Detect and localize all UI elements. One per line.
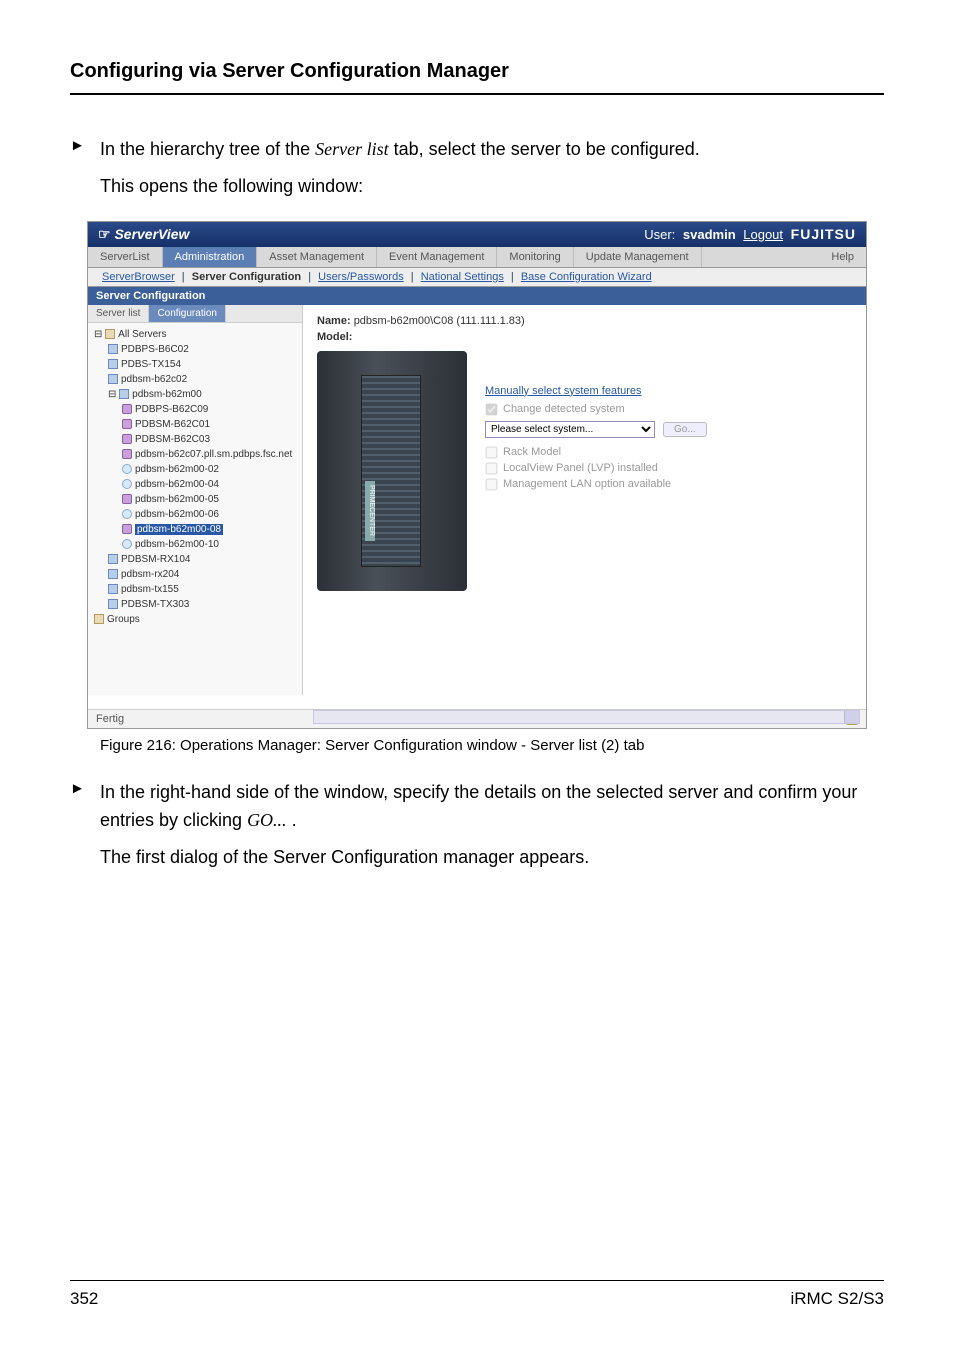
subnav-basecfg[interactable]: Base Configuration Wizard xyxy=(521,271,652,283)
system-select[interactable]: Please select system... xyxy=(485,421,655,438)
main-nav: ServerList Administration Asset Manageme… xyxy=(88,247,866,268)
figure-caption: Figure 216: Operations Manager: Server C… xyxy=(100,737,884,754)
section-bar: Server Configuration xyxy=(88,287,866,305)
tree-node-selected[interactable]: pdbsm-b62m00-08 xyxy=(94,522,298,537)
page-number: 352 xyxy=(70,1289,98,1309)
tree-node[interactable]: PDBPS-B62C09 xyxy=(94,402,298,417)
model-label: Model: xyxy=(317,331,352,343)
instr2-part1: In the right-hand side of the window, sp… xyxy=(100,782,857,831)
tab-event[interactable]: Event Management xyxy=(377,247,497,267)
subnav-browser[interactable]: ServerBrowser xyxy=(102,271,175,283)
tree-node[interactable]: pdbsm-b62c02 xyxy=(94,372,298,387)
tab-asset[interactable]: Asset Management xyxy=(257,247,377,267)
tree-node[interactable]: pdbsm-b62c07.pll.sm.pdbps.fsc.net xyxy=(94,447,298,462)
chk-change-detected[interactable] xyxy=(486,403,498,415)
name-label: Name: xyxy=(317,315,351,327)
name-value: pdbsm-b62m00\C08 (111.111.1.83) xyxy=(354,315,525,327)
tree-node[interactable]: pdbsm-b62m00-04 xyxy=(94,477,298,492)
page-heading: Configuring via Server Configuration Man… xyxy=(70,60,884,95)
details-model-row: Model: xyxy=(317,331,852,343)
instr1-part1: In the hierarchy tree of the xyxy=(100,139,315,159)
horizontal-scrollbar[interactable] xyxy=(313,710,860,724)
chk-lan-label: Management LAN option available xyxy=(503,478,671,490)
tree-node[interactable]: pdbsm-b62m00-02 xyxy=(94,462,298,477)
page-footer: 352 iRMC S2/S3 xyxy=(70,1280,884,1309)
tree-root[interactable]: ⊟ All Servers xyxy=(94,327,298,342)
tree-tabs: Server list Configuration xyxy=(88,305,302,323)
details-panel: Name: pdbsm-b62m00\C08 (111.111.1.83) Mo… xyxy=(303,305,866,695)
chk-change-label: Change detected system xyxy=(503,403,625,415)
tree-groups[interactable]: Groups xyxy=(94,612,298,627)
tree-node[interactable]: PDBSM-RX104 xyxy=(94,552,298,567)
tree-tab-serverlist[interactable]: Server list xyxy=(88,305,149,322)
details-name-row: Name: pdbsm-b62m00\C08 (111.111.1.83) xyxy=(317,315,852,327)
logout-link[interactable]: Logout xyxy=(743,227,783,242)
chk-rack[interactable] xyxy=(486,446,498,458)
tree-content: ⊟ All Servers PDBPS-B6C02 PDBS-TX154 pdb… xyxy=(88,323,302,631)
help-link[interactable]: Help xyxy=(819,247,866,267)
tree-tab-configuration[interactable]: Configuration xyxy=(149,305,225,322)
features-heading: Manually select system features xyxy=(485,385,852,397)
tree-panel: Server list Configuration ⊟ All Servers … xyxy=(88,305,303,695)
instr1-tail: tab, select the server to be configured. xyxy=(389,139,700,159)
screenshot-window: ☞ ServerView User: svadmin Logout FUJITS… xyxy=(87,221,867,729)
brand-logo: FUJITSU xyxy=(791,226,856,242)
subnav-users[interactable]: Users/Passwords xyxy=(318,271,404,283)
tab-monitoring[interactable]: Monitoring xyxy=(497,247,573,267)
tree-node[interactable]: PDBS-TX154 xyxy=(94,357,298,372)
tree-node[interactable]: PDBSM-B62C03 xyxy=(94,432,298,447)
chk-lan[interactable] xyxy=(486,478,498,490)
content-body: Server list Configuration ⊟ All Servers … xyxy=(88,305,866,695)
instruction-text: In the hierarchy tree of the Server list… xyxy=(100,135,700,164)
sub-nav: ServerBrowser | Server Configuration | U… xyxy=(88,268,866,287)
bullet-marker: ► xyxy=(70,135,100,164)
bullet-marker: ► xyxy=(70,778,100,836)
tree-node[interactable]: PDBSM-B62C01 xyxy=(94,417,298,432)
features-panel: Manually select system features Change d… xyxy=(485,351,852,591)
instr2-italic: GO... xyxy=(247,810,287,830)
tree-node[interactable]: pdbsm-rx204 xyxy=(94,567,298,582)
chk-lvp[interactable] xyxy=(486,462,498,474)
tree-node[interactable]: pdbsm-b62m00-06 xyxy=(94,507,298,522)
tab-update[interactable]: Update Management xyxy=(574,247,702,267)
tab-administration[interactable]: Administration xyxy=(163,247,258,267)
subnav-national[interactable]: National Settings xyxy=(421,271,504,283)
instr2-tail: . xyxy=(287,810,297,830)
primecenter-label: PRIMECENTER xyxy=(365,481,375,541)
tab-serverlist[interactable]: ServerList xyxy=(88,247,163,267)
titlebar: ☞ ServerView User: svadmin Logout FUJITS… xyxy=(88,222,866,247)
tree-node[interactable]: PDBSM-TX303 xyxy=(94,597,298,612)
instruction-sub: The first dialog of the Server Configura… xyxy=(100,843,884,872)
subnav-servercfg[interactable]: Server Configuration xyxy=(192,271,301,283)
product-name: iRMC S2/S3 xyxy=(790,1289,884,1309)
tree-node[interactable]: pdbsm-b62m00-10 xyxy=(94,537,298,552)
user-name: svadmin xyxy=(683,227,736,242)
go-button[interactable]: Go... xyxy=(663,422,707,437)
tree-node-expandable[interactable]: ⊟ pdbsm-b62m00 xyxy=(94,387,298,402)
instruction-sub: This opens the following window: xyxy=(100,172,884,201)
app-title: ☞ ServerView xyxy=(98,226,189,243)
chk-rack-label: Rack Model xyxy=(503,446,561,458)
titlebar-right: User: svadmin Logout FUJITSU xyxy=(640,226,856,242)
tree-node[interactable]: PDBPS-B6C02 xyxy=(94,342,298,357)
server-image: PRIMECENTER xyxy=(317,351,467,591)
instruction-text: In the right-hand side of the window, sp… xyxy=(100,778,884,836)
chk-lvp-label: LocalView Panel (LVP) installed xyxy=(503,462,658,474)
instr1-italic: Server list xyxy=(315,139,389,159)
user-label: User: xyxy=(644,227,675,242)
status-text: Fertig xyxy=(96,713,124,725)
tree-node[interactable]: pdbsm-b62m00-05 xyxy=(94,492,298,507)
tree-node[interactable]: pdbsm-tx155 xyxy=(94,582,298,597)
